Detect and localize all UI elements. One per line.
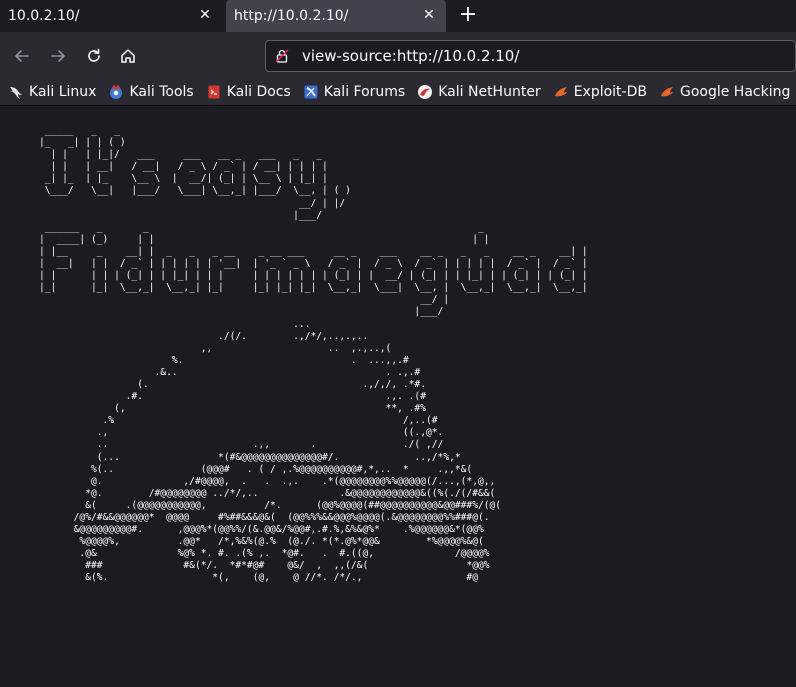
bookmark-label: Exploit-DB — [573, 83, 647, 100]
source-line: &@@@@@@@@@#. ,@@@%*(@@%%/(&.@@&/%@@#,.#.… — [39, 524, 484, 536]
source-line: *@. /#@@@@@@@@ ../*/,.. .&@@@@@@@@@@@@&(… — [39, 487, 496, 499]
source-line: &( .(@@@@@@@@@@@, /*. (@@%@@@@(##@@@@@@@… — [39, 499, 502, 511]
source-line: %. . ...,,.# — [39, 354, 409, 366]
source-line: |___/ — [39, 209, 323, 221]
bookmark-kali-tools[interactable]: Kali Tools — [100, 78, 197, 105]
source-line: |_ _| | | ( ) — [39, 137, 126, 149]
back-button[interactable] — [10, 44, 34, 68]
source-line: | ____| (_) | | | | — [39, 233, 490, 245]
source-line: |_| |_| \__,_| \__,_| |_| |_| |_| |_| \_… — [39, 282, 588, 294]
bookmark-kali-docs[interactable]: Kali Docs — [198, 78, 295, 105]
source-line: %@@@@%, .@@* /*,%&%(@.% (@./. *(*.@%*@@&… — [39, 536, 484, 548]
source-line: .. .,, . ./( ,// — [39, 439, 444, 451]
source-line: __/ | |/ — [39, 197, 346, 209]
source-line: (. .,/,/, .*#. — [39, 378, 426, 390]
tab-2-active[interactable]: http://10.0.2.10/ ✕ — [226, 0, 446, 32]
source-line: %(.. (@@@# . ( / ,.%@@@@@@@@@@#,*,.. * .… — [39, 463, 473, 475]
new-tab-button[interactable]: + — [456, 3, 480, 27]
exploit-db-icon — [554, 86, 567, 96]
source-line: _____ _ _ — [39, 125, 120, 136]
source-line: ./(/. .,/*/,..,.,.. — [39, 330, 369, 342]
bookmarks-toolbar: Kali Linux Kali Tools Kali Docs Kali For… — [0, 78, 796, 106]
close-icon[interactable]: ✕ — [420, 6, 438, 24]
bookmark-label: Kali Linux — [29, 83, 97, 100]
source-line: .% /,..(# — [39, 415, 438, 427]
source-line: __/ | — [39, 294, 450, 306]
url-bar[interactable]: view-source:http://10.0.2.10/ — [265, 40, 796, 72]
kali-docs-icon — [208, 85, 220, 98]
source-line: (, **, .#% — [39, 403, 426, 415]
bookmark-kali-forums[interactable]: Kali Forums — [295, 78, 409, 105]
source-line: |___/ — [39, 306, 444, 318]
reload-button[interactable] — [82, 44, 106, 68]
bookmark-label: Kali Docs — [226, 83, 291, 100]
page-source-text: _____ _ _ |_ _| | | ( ) | | | |_|/ ___ __… — [39, 125, 588, 585]
url-text[interactable]: view-source:http://10.0.2.10/ — [302, 47, 519, 65]
source-line: .&.. . .,.# — [39, 366, 421, 378]
home-button[interactable] — [116, 44, 140, 68]
bookmark-kali-nethunter[interactable]: Kali NetHunter — [409, 78, 544, 105]
source-line: ### #&(*/. *#*#@# @&/ , ,,(/&( *@@% — [39, 560, 490, 572]
source-line: ., ((.,@*. — [39, 427, 444, 439]
bookmark-label: Kali Forums — [323, 83, 406, 100]
source-line: (... *(#&@@@@@@@@@@@@@@#/. ..,/*%,* — [39, 451, 461, 463]
source-line: ... — [39, 318, 311, 330]
source-line: | | | | | (_| | | |_| | | | | | | | | | … — [39, 270, 588, 282]
source-line: \___/ \__| |___/ \___| \__,_| |___/ \__,… — [39, 185, 351, 197]
source-line: ,, .. ,.,..,( — [39, 342, 392, 354]
bookmark-label: Kali NetHunter — [438, 83, 541, 100]
source-line: &(%. *(, (@, @ //*. /*/., #@ — [39, 572, 478, 584]
nav-toolbar: view-source:http://10.0.2.10/ — [0, 32, 796, 78]
source-line: | | | |_|/ ___ ___ __ _ ___ _ _ — [39, 149, 323, 161]
bookmark-exploit-db[interactable]: Exploit-DB — [545, 78, 651, 105]
kali-dragon-icon — [10, 86, 22, 99]
source-line: | |__ _ __| | _ _ _ __ _ __ ___ __ _ ___… — [39, 245, 588, 257]
reload-icon — [88, 48, 100, 62]
source-line: _| |_ | |_ \__ \ | __/| (_| | \__ \ | |_… — [39, 173, 328, 185]
forward-arrow-icon — [51, 50, 65, 62]
source-line: | __| | | / _` | | | | | | '__| | '_ ` _… — [39, 258, 588, 270]
source-line: /@%/#&&@@@@@@* @@@@ #%##&&&@&( (@@%%%&&@… — [39, 512, 490, 523]
forward-button[interactable] — [46, 44, 70, 68]
tab-title: http://10.0.2.10/ — [234, 8, 349, 24]
view-source-page: _____ _ _ |_ _| | | ( ) | | | |_|/ ___ __… — [0, 107, 796, 687]
back-arrow-icon — [15, 50, 29, 62]
tab-strip: 10.0.2.10/ ✕ http://10.0.2.10/ ✕ + — [0, 0, 796, 32]
ghdb-icon — [660, 86, 673, 96]
tab-title: 10.0.2.10/ — [8, 8, 80, 24]
bookmark-label: Kali Tools — [129, 83, 194, 100]
kali-forums-icon — [304, 85, 318, 98]
kali-tools-icon — [110, 84, 123, 99]
bookmark-label: Google Hacking DB — [679, 83, 796, 100]
insecure-lock-icon[interactable] — [274, 48, 290, 64]
source-line: ______ _ _ _ — [39, 221, 484, 233]
bookmark-google-hacking-db[interactable]: Google Hacking DB — [651, 78, 796, 105]
nethunter-icon — [418, 84, 433, 99]
source-line: .@& %@% *. #. .(% ,. *@#. . #.((@, /@@@@… — [39, 548, 490, 560]
bookmark-kali-linux[interactable]: Kali Linux — [0, 78, 100, 105]
source-line: .#. .,. .(# — [39, 391, 426, 403]
source-line: @. ,/#@@@@, . . .,. .*(@@@@@@@@%%@@@@@(/… — [39, 475, 496, 487]
tab-1[interactable]: 10.0.2.10/ ✕ — [0, 0, 222, 32]
home-icon — [121, 49, 135, 63]
close-icon[interactable]: ✕ — [196, 6, 214, 24]
source-line: | | | __| / __| / _ \ / _` | / __| | | |… — [39, 161, 328, 173]
